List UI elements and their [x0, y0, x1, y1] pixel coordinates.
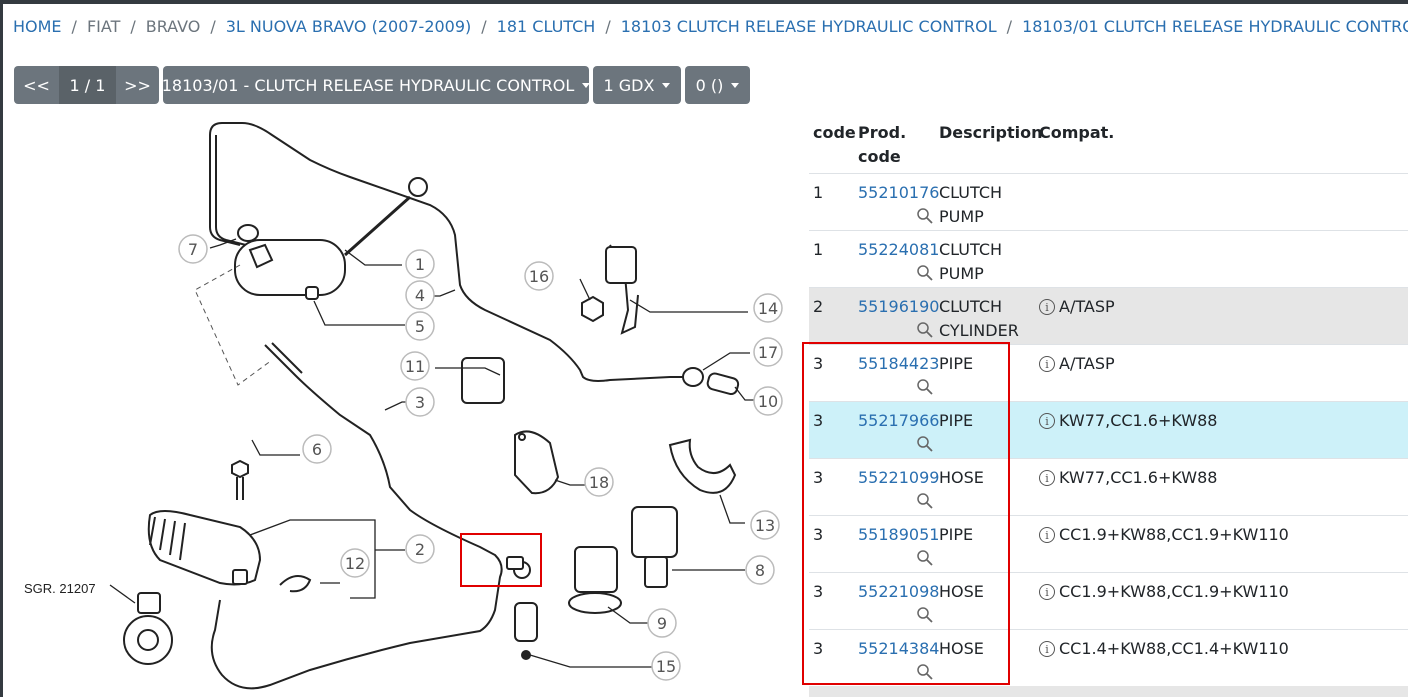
diagram-svg: 1 2 3 4 5 6 7 8 9 10 11 12 13 14 15 16 1…	[109, 122, 783, 690]
caret-down-icon	[731, 82, 740, 88]
callout-8[interactable]: 8	[755, 561, 765, 580]
table-header: code Prod. code Description Compat.	[809, 115, 1408, 173]
callout-4[interactable]: 4	[415, 286, 425, 305]
breadcrumb-item[interactable]: 3L NUOVA BRAVO (2007-2009)	[226, 17, 472, 36]
breadcrumb: HOME / FIAT / BRAVO / 3L NUOVA BRAVO (2007-200…	[13, 17, 1408, 36]
magnifier-icon[interactable]	[916, 264, 934, 282]
drawing-select-dropdown[interactable]: 18103/01 - CLUTCH RELEASE HYDRAULIC CONT…	[161, 66, 591, 104]
magnifier-icon[interactable]	[916, 207, 934, 225]
next-page-label: >>	[124, 75, 151, 95]
info-icon[interactable]: i	[1039, 584, 1055, 600]
exploded-parts-diagram: 1 2 3 4 5 6 7 8 9 10 11 12 13 14 15 16 1…	[10, 115, 800, 697]
row-description: CLUTCH PUMP	[939, 240, 1003, 283]
header-compat: Compat.	[1039, 123, 1115, 142]
row-code: 1	[813, 240, 824, 259]
variant-select-dropdown[interactable]: 0 ()	[685, 66, 750, 104]
table-row[interactable]: 1 55210176 CLUTCH PUMP	[809, 173, 1408, 230]
table-highlight-box	[802, 342, 1010, 685]
row-compat: i KW77,CC1.6+KW88	[1039, 466, 1217, 490]
row-compat: i CC1.9+KW88,CC1.9+KW110	[1039, 523, 1289, 547]
magnifier-icon[interactable]	[916, 321, 934, 339]
callout-9[interactable]: 9	[657, 614, 667, 633]
info-icon[interactable]: i	[1039, 299, 1055, 315]
compat-text: KW77,CC1.6+KW88	[1059, 468, 1218, 487]
breadcrumb-separator: /	[71, 17, 77, 36]
callout-6[interactable]: 6	[312, 440, 322, 459]
top-border	[0, 0, 1408, 4]
breadcrumb-item[interactable]: BRAVO	[146, 17, 201, 36]
product-code-link[interactable]: 55196190	[858, 297, 939, 316]
header-code: code	[813, 123, 856, 142]
breadcrumb-item[interactable]: 181 CLUTCH	[497, 17, 596, 36]
row-compat: i CC1.9+KW88,CC1.9+KW110	[1039, 580, 1289, 604]
info-icon[interactable]: i	[1039, 470, 1055, 486]
row-prod-cell: 55210176	[858, 181, 939, 225]
breadcrumb-separator: /	[1006, 17, 1013, 36]
breadcrumb-item[interactable]: 18103 CLUTCH RELEASE HYDRAULIC CONTROL	[621, 17, 997, 36]
row-prod-cell: 55196190	[858, 295, 939, 339]
breadcrumb-item[interactable]: FIAT	[87, 17, 120, 36]
info-icon[interactable]: i	[1039, 413, 1055, 429]
compat-text: CC1.4+KW88,CC1.4+KW110	[1059, 639, 1289, 658]
row-description: CLUTCH PUMP	[939, 183, 1003, 226]
breadcrumb-separator: /	[130, 17, 136, 36]
gdx-select-dropdown[interactable]: 1 GDX	[593, 66, 681, 104]
left-border	[0, 0, 3, 697]
table-row[interactable]: 1 55224081 CLUTCH PUMP	[809, 230, 1408, 287]
next-page-button[interactable]: >>	[116, 66, 159, 104]
row-code: 2	[813, 297, 824, 316]
callout-15[interactable]: 15	[656, 657, 676, 676]
compat-text: A/TASP	[1059, 354, 1115, 373]
callout-13[interactable]: 13	[755, 516, 775, 535]
callout-17[interactable]: 17	[758, 343, 778, 362]
compat-text: CC1.9+KW88,CC1.9+KW110	[1059, 525, 1289, 544]
variant-select-label: 0 ()	[695, 75, 724, 95]
product-code-link[interactable]: 55224081	[858, 240, 939, 259]
compat-text: CC1.9+KW88,CC1.9+KW110	[1059, 582, 1289, 601]
row-compat: i A/TASP	[1039, 295, 1115, 319]
info-icon[interactable]: i	[1039, 356, 1055, 372]
callout-2[interactable]: 2	[415, 540, 425, 559]
row-compat: i A/TASP	[1039, 352, 1115, 376]
table-row[interactable]: 2 55196190 CLUTCH CYLINDER i A/TASP	[809, 287, 1408, 344]
breadcrumb-separator: /	[481, 17, 487, 36]
row-description: CLUTCH CYLINDER	[939, 297, 1019, 340]
prev-page-label: <<	[23, 75, 50, 95]
prev-page-button[interactable]: <<	[14, 66, 59, 104]
callout-10[interactable]: 10	[758, 392, 778, 411]
reference-label: SGR. 21207	[24, 581, 96, 596]
product-code-link[interactable]: 55210176	[858, 183, 939, 202]
caret-down-icon	[662, 82, 671, 88]
breadcrumb-item[interactable]: HOME	[13, 17, 62, 36]
row-prod-cell: 55224081	[858, 238, 939, 282]
info-icon[interactable]: i	[1039, 527, 1055, 543]
page-indicator-label: 1 / 1	[69, 75, 106, 95]
row-compat: i KW77,CC1.6+KW88	[1039, 409, 1217, 433]
callout-12[interactable]: 12	[345, 554, 365, 573]
callout-18[interactable]: 18	[589, 473, 609, 492]
callout-14[interactable]: 14	[758, 299, 778, 318]
breadcrumb-separator: /	[210, 17, 216, 36]
breadcrumb-item[interactable]: 18103/01 CLUTCH RELEASE HYDRAULIC CONTRO…	[1022, 17, 1408, 36]
page-indicator: 1 / 1	[59, 66, 116, 104]
caret-down-icon	[582, 82, 591, 88]
header-prod-code: Prod. code	[858, 123, 907, 166]
info-icon[interactable]: i	[1039, 641, 1055, 657]
row-code: 1	[813, 183, 824, 202]
table-next-row	[809, 686, 1408, 697]
row-compat: i CC1.4+KW88,CC1.4+KW110	[1039, 637, 1289, 661]
compat-text: A/TASP	[1059, 297, 1115, 316]
compat-text: KW77,CC1.6+KW88	[1059, 411, 1218, 430]
header-description: Description	[939, 123, 1043, 142]
callout-1[interactable]: 1	[415, 255, 425, 274]
callout-5[interactable]: 5	[415, 317, 425, 336]
drawing-select-label: 18103/01 - CLUTCH RELEASE HYDRAULIC CONT…	[161, 75, 575, 95]
diagram-highlight-box	[460, 533, 542, 587]
callout-3[interactable]: 3	[415, 393, 425, 412]
breadcrumb-separator: /	[605, 17, 611, 36]
callout-11[interactable]: 11	[405, 357, 425, 376]
callout-7[interactable]: 7	[188, 240, 198, 259]
callout-16[interactable]: 16	[529, 267, 549, 286]
gdx-select-label: 1 GDX	[603, 75, 655, 95]
